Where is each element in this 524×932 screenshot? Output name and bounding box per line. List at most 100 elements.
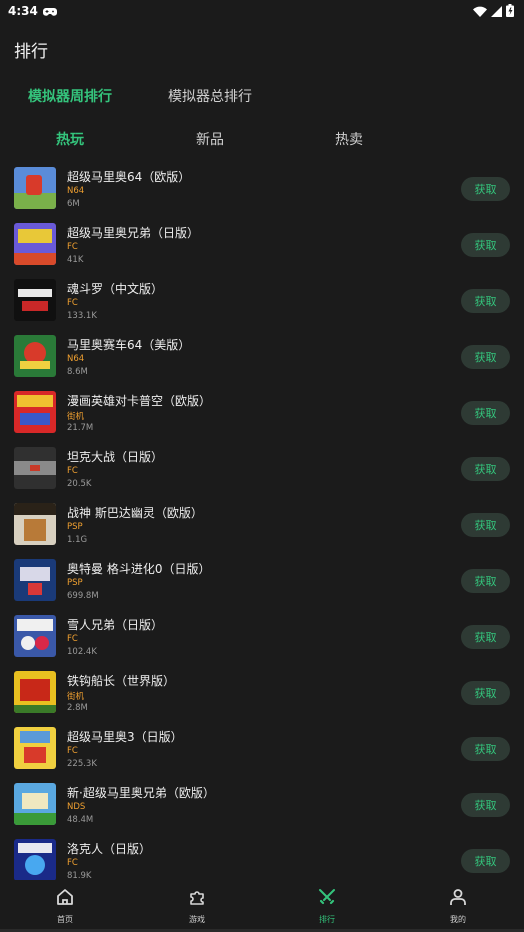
- game-platform: PSP: [67, 522, 83, 532]
- game-row[interactable]: 超级马里奥兄弟（日版） FC 41K 获取: [0, 216, 524, 272]
- game-size: 41K: [67, 255, 84, 265]
- game-platform: N64: [67, 354, 85, 364]
- game-size: 48.4M: [67, 815, 94, 825]
- get-button[interactable]: 获取: [461, 793, 510, 817]
- game-thumbnail: [14, 615, 56, 657]
- game-thumbnail: [14, 167, 56, 209]
- game-name: 超级马里奥64（欧版）: [67, 170, 191, 184]
- get-button[interactable]: 获取: [461, 289, 510, 313]
- get-button[interactable]: 获取: [461, 401, 510, 425]
- game-size: 133.1K: [67, 311, 97, 321]
- game-name: 坦克大战（日版）: [67, 450, 164, 464]
- game-thumbnail: [14, 839, 56, 881]
- game-platform: FC: [67, 298, 78, 308]
- tab-new[interactable]: 新品: [196, 129, 224, 149]
- get-button[interactable]: 获取: [461, 345, 510, 369]
- get-button[interactable]: 获取: [461, 569, 510, 593]
- game-name: 战神 斯巴达幽灵（欧版）: [67, 506, 203, 520]
- game-thumbnail: [14, 279, 56, 321]
- nav-home[interactable]: 首页: [25, 880, 105, 932]
- game-row[interactable]: 超级马里奥64（欧版） N64 6M 获取: [0, 160, 524, 216]
- tab-weekly-ranking[interactable]: 模拟器周排行: [28, 86, 112, 106]
- wifi-icon: [473, 2, 487, 21]
- game-platform: N64: [67, 186, 85, 196]
- nav-mine[interactable]: 我的: [418, 880, 498, 932]
- game-platform: 街机: [67, 412, 85, 422]
- status-time: 4:34: [8, 4, 38, 18]
- nav-home-label: 首页: [57, 915, 73, 924]
- game-platform: PSP: [67, 578, 83, 588]
- get-button[interactable]: 获取: [461, 625, 510, 649]
- game-row[interactable]: 坦克大战（日版） FC 20.5K 获取: [0, 440, 524, 496]
- game-thumbnail: [14, 503, 56, 545]
- nav-ranking[interactable]: 排行: [287, 880, 367, 932]
- game-thumbnail: [14, 559, 56, 601]
- game-name: 铁钩船长（世界版）: [67, 674, 176, 688]
- bottom-nav: 首页 游戏 排行 我的: [0, 880, 524, 932]
- nav-mine-label: 我的: [450, 915, 466, 924]
- nav-games[interactable]: 游戏: [157, 880, 237, 932]
- game-platform: NDS: [67, 802, 86, 812]
- page-title: 排行: [14, 42, 48, 62]
- home-icon: [56, 888, 74, 908]
- game-platform: FC: [67, 242, 78, 252]
- game-thumbnail: [14, 223, 56, 265]
- person-icon: [449, 888, 467, 908]
- game-platform: FC: [67, 858, 78, 868]
- game-size: 225.3K: [67, 759, 97, 769]
- get-button[interactable]: 获取: [461, 233, 510, 257]
- category-tabs: 热玩 新品 热卖: [0, 129, 524, 153]
- game-row[interactable]: 超级马里奥3（日版） FC 225.3K 获取: [0, 720, 524, 776]
- status-bar: 4:34: [0, 0, 524, 22]
- game-row[interactable]: 雪人兄弟（日版） FC 102.4K 获取: [0, 608, 524, 664]
- game-name: 雪人兄弟（日版）: [67, 618, 164, 632]
- game-row[interactable]: 魂斗罗（中文版） FC 133.1K 获取: [0, 272, 524, 328]
- crossed-swords-icon: [318, 888, 336, 908]
- game-name: 超级马里奥兄弟（日版）: [67, 226, 200, 240]
- tab-total-ranking[interactable]: 模拟器总排行: [168, 86, 252, 106]
- game-row[interactable]: 战神 斯巴达幽灵（欧版） PSP 1.1G 获取: [0, 496, 524, 552]
- get-button[interactable]: 获取: [461, 513, 510, 537]
- puzzle-icon: [188, 888, 206, 908]
- game-row[interactable]: 新·超级马里奥兄弟（欧版） NDS 48.4M 获取: [0, 776, 524, 832]
- get-button[interactable]: 获取: [461, 849, 510, 873]
- get-button[interactable]: 获取: [461, 737, 510, 761]
- game-name: 新·超级马里奥兄弟（欧版）: [67, 786, 215, 800]
- game-size: 2.8M: [67, 703, 88, 713]
- game-size: 699.8M: [67, 591, 99, 601]
- tab-hot-play[interactable]: 热玩: [56, 129, 84, 149]
- game-thumbnail: [14, 391, 56, 433]
- game-row[interactable]: 马里奥赛车64（美版） N64 8.6M 获取: [0, 328, 524, 384]
- game-thumbnail: [14, 447, 56, 489]
- game-size: 8.6M: [67, 367, 88, 377]
- game-name: 魂斗罗（中文版）: [67, 282, 164, 296]
- game-thumbnail: [14, 783, 56, 825]
- game-platform: FC: [67, 466, 78, 476]
- get-button[interactable]: 获取: [461, 457, 510, 481]
- get-button[interactable]: 获取: [461, 177, 510, 201]
- nav-games-label: 游戏: [189, 915, 205, 924]
- game-size: 6M: [67, 199, 80, 209]
- game-thumbnail: [14, 335, 56, 377]
- game-size: 21.7M: [67, 423, 94, 433]
- game-row[interactable]: 奥特曼 格斗进化0（日版） PSP 699.8M 获取: [0, 552, 524, 608]
- gamepad-icon: [42, 2, 57, 21]
- nav-ranking-label: 排行: [319, 915, 335, 924]
- game-row[interactable]: 铁钩船长（世界版） 街机 2.8M 获取: [0, 664, 524, 720]
- game-name: 超级马里奥3（日版）: [67, 730, 183, 744]
- game-size: 20.5K: [67, 479, 92, 489]
- game-row[interactable]: 漫画英雄对卡普空（欧版） 街机 21.7M 获取: [0, 384, 524, 440]
- game-name: 漫画英雄对卡普空（欧版）: [67, 394, 212, 408]
- tab-hot-sale[interactable]: 热卖: [335, 129, 363, 149]
- game-size: 1.1G: [67, 535, 88, 545]
- game-thumbnail: [14, 671, 56, 713]
- game-size: 102.4K: [67, 647, 97, 657]
- game-platform: FC: [67, 746, 78, 756]
- battery-icon: [506, 2, 514, 21]
- game-name: 马里奥赛车64（美版）: [67, 338, 191, 352]
- signal-icon: [491, 2, 502, 21]
- game-platform: FC: [67, 634, 78, 644]
- get-button[interactable]: 获取: [461, 681, 510, 705]
- ranking-type-tabs: 模拟器周排行 模拟器总排行: [0, 86, 524, 112]
- game-platform: 街机: [67, 692, 85, 702]
